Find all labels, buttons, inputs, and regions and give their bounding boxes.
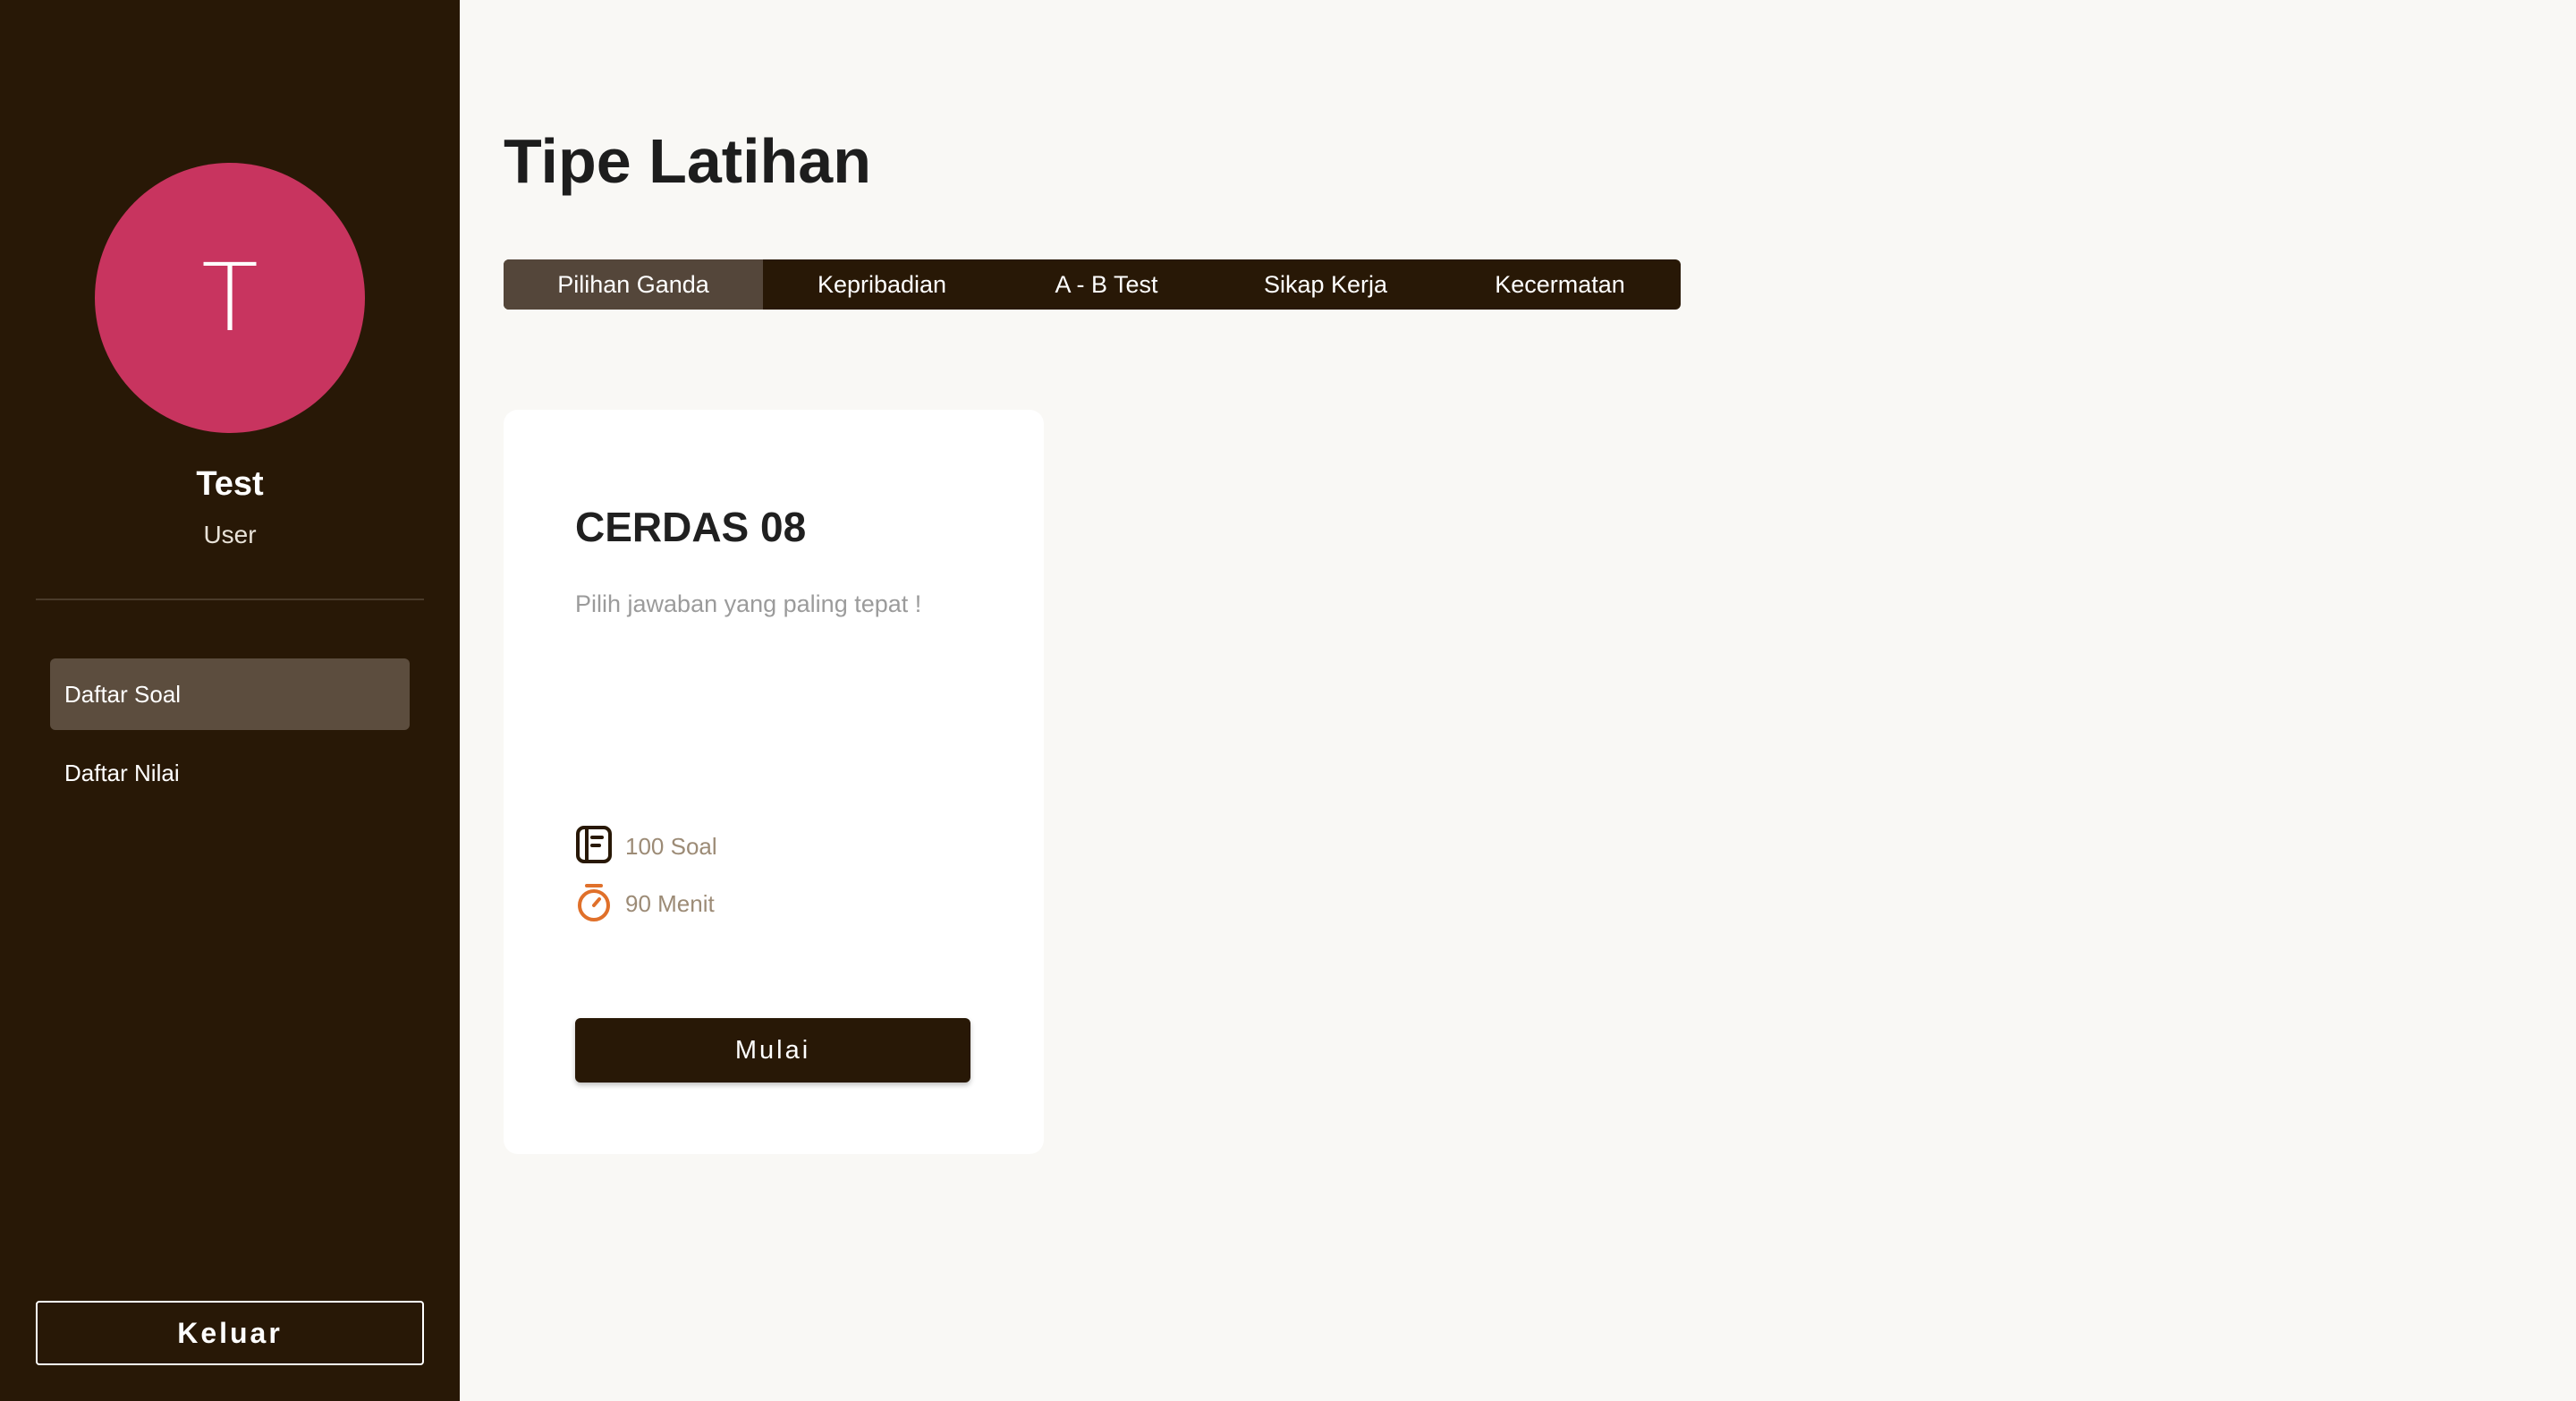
tab-label: Kecermatan bbox=[1495, 270, 1625, 298]
question-count-label: 100 Soal bbox=[625, 833, 717, 860]
tab-sikap-kerja[interactable]: Sikap Kerja bbox=[1212, 259, 1439, 310]
tab-ab-test[interactable]: A - B Test bbox=[1001, 259, 1212, 310]
sidebar-item-daftar-soal[interactable]: Daftar Soal bbox=[50, 658, 410, 730]
avatar: T bbox=[95, 163, 365, 433]
practice-type-tabs: Pilihan Ganda Kepribadian A - B Test Sik… bbox=[504, 259, 1681, 310]
tab-label: A - B Test bbox=[1055, 270, 1158, 298]
sidebar-item-daftar-nilai[interactable]: Daftar Nilai bbox=[50, 737, 410, 809]
sidebar: T Test User Daftar Soal Daftar Nilai Kel… bbox=[0, 0, 460, 1401]
exercise-description: Pilih jawaban yang paling tepat ! bbox=[575, 590, 922, 617]
tab-label: Sikap Kerja bbox=[1263, 270, 1388, 298]
tab-kecermatan[interactable]: Kecermatan bbox=[1439, 259, 1681, 310]
tab-label: Pilihan Ganda bbox=[557, 270, 709, 298]
sidebar-item-label: Daftar Nilai bbox=[64, 759, 180, 786]
tab-label: Kepribadian bbox=[817, 270, 947, 298]
duration-label: 90 Menit bbox=[625, 890, 715, 917]
exercise-card: CERDAS 08 Pilih jawaban yang paling tepa… bbox=[504, 410, 1044, 1154]
tab-kepribadian[interactable]: Kepribadian bbox=[763, 259, 1001, 310]
page-title: Tipe Latihan bbox=[504, 126, 871, 196]
notebook-icon bbox=[575, 825, 613, 869]
user-role: User bbox=[203, 521, 257, 548]
logout-button[interactable]: Keluar bbox=[36, 1301, 424, 1365]
sidebar-divider bbox=[36, 599, 424, 600]
sidebar-item-label: Daftar Soal bbox=[64, 680, 182, 708]
start-button[interactable]: Mulai bbox=[575, 1018, 970, 1083]
question-count: 100 Soal bbox=[575, 825, 717, 869]
stopwatch-icon bbox=[575, 882, 613, 926]
tab-pilihan-ganda[interactable]: Pilihan Ganda bbox=[504, 259, 763, 310]
user-name: Test bbox=[196, 465, 264, 503]
exercise-title: CERDAS 08 bbox=[575, 504, 807, 550]
duration: 90 Menit bbox=[575, 882, 715, 926]
